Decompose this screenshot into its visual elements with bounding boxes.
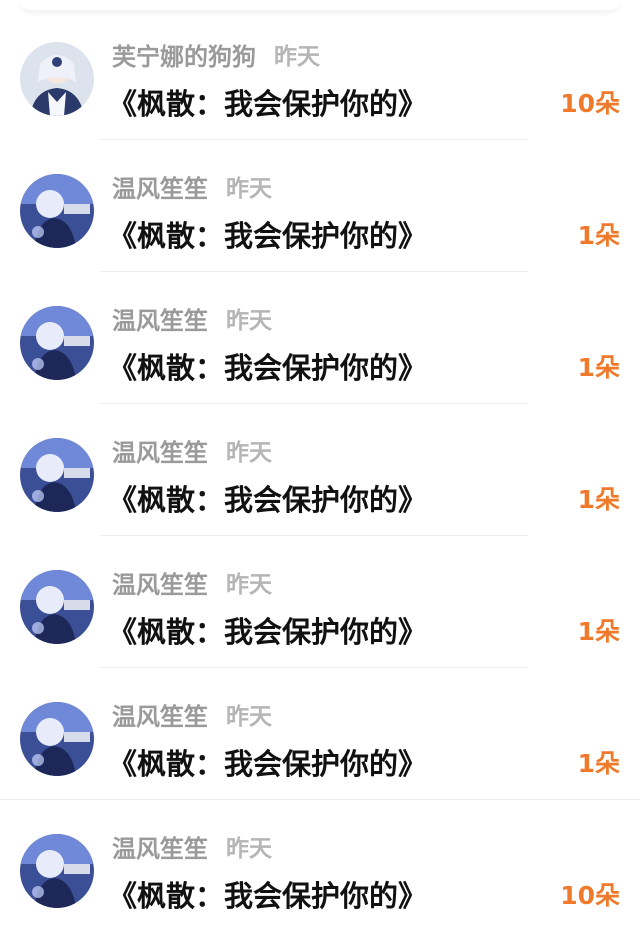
gift-count: 10朵 xyxy=(560,89,620,118)
user-avatar-image xyxy=(20,438,94,512)
gift-list-item[interactable]: 温风笙笙 昨天 《枫散：我会保护你的》 1朵 xyxy=(0,140,640,272)
gift-list-page: 芙宁娜的狗狗 昨天 《枫散：我会保护你的》 10朵 温风笙笙 昨天 《枫散：我会… xyxy=(0,0,640,934)
timestamp: 昨天 xyxy=(226,440,272,466)
gift-count: 1朵 xyxy=(577,485,620,514)
avatar[interactable] xyxy=(20,42,94,116)
username[interactable]: 温风笙笙 xyxy=(112,301,208,336)
gift-list-item[interactable]: 温风笙笙 昨天 《枫散：我会保护你的》 1朵 xyxy=(0,668,640,800)
username[interactable]: 温风笙笙 xyxy=(112,565,208,600)
gift-count: 1朵 xyxy=(577,749,620,778)
avatar[interactable] xyxy=(20,834,94,908)
gift-count: 1朵 xyxy=(577,353,620,382)
user-avatar-image xyxy=(20,42,94,116)
username[interactable]: 芙宁娜的狗狗 xyxy=(112,37,256,72)
gift-list-item[interactable]: 温风笙笙 昨天 《枫散：我会保护你的》 1朵 xyxy=(0,536,640,668)
timestamp: 昨天 xyxy=(226,572,272,598)
gift-list: 芙宁娜的狗狗 昨天 《枫散：我会保护你的》 10朵 温风笙笙 昨天 《枫散：我会… xyxy=(0,8,640,932)
avatar[interactable] xyxy=(20,174,94,248)
gift-list-item[interactable]: 温风笙笙 昨天 《枫散：我会保护你的》 10朵 xyxy=(0,800,640,932)
avatar[interactable] xyxy=(20,570,94,644)
user-avatar-image xyxy=(20,174,94,248)
gift-list-item[interactable]: 温风笙笙 昨天 《枫散：我会保护你的》 1朵 xyxy=(0,272,640,404)
gift-name: 《枫散：我会保护你的》 xyxy=(108,615,428,649)
gift-count: 10朵 xyxy=(560,881,620,910)
gift-name: 《枫散：我会保护你的》 xyxy=(108,483,428,517)
timestamp: 昨天 xyxy=(274,44,320,70)
timestamp: 昨天 xyxy=(226,176,272,202)
gift-name: 《枫散：我会保护你的》 xyxy=(108,351,428,385)
user-avatar-image xyxy=(20,834,94,908)
gift-list-item[interactable]: 温风笙笙 昨天 《枫散：我会保护你的》 1朵 xyxy=(0,404,640,536)
avatar[interactable] xyxy=(20,702,94,776)
gift-name: 《枫散：我会保护你的》 xyxy=(108,879,428,913)
user-avatar-image xyxy=(20,306,94,380)
gift-count: 1朵 xyxy=(577,221,620,250)
user-avatar-image xyxy=(20,702,94,776)
gift-count: 1朵 xyxy=(577,617,620,646)
user-avatar-image xyxy=(20,570,94,644)
username[interactable]: 温风笙笙 xyxy=(112,433,208,468)
username[interactable]: 温风笙笙 xyxy=(112,697,208,732)
gift-name: 《枫散：我会保护你的》 xyxy=(108,219,428,253)
username[interactable]: 温风笙笙 xyxy=(112,829,208,864)
avatar[interactable] xyxy=(20,306,94,380)
timestamp: 昨天 xyxy=(226,704,272,730)
gift-list-item[interactable]: 芙宁娜的狗狗 昨天 《枫散：我会保护你的》 10朵 xyxy=(0,8,640,140)
timestamp: 昨天 xyxy=(226,836,272,862)
gift-name: 《枫散：我会保护你的》 xyxy=(108,747,428,781)
avatar[interactable] xyxy=(20,438,94,512)
username[interactable]: 温风笙笙 xyxy=(112,169,208,204)
timestamp: 昨天 xyxy=(226,308,272,334)
gift-name: 《枫散：我会保护你的》 xyxy=(108,87,428,121)
